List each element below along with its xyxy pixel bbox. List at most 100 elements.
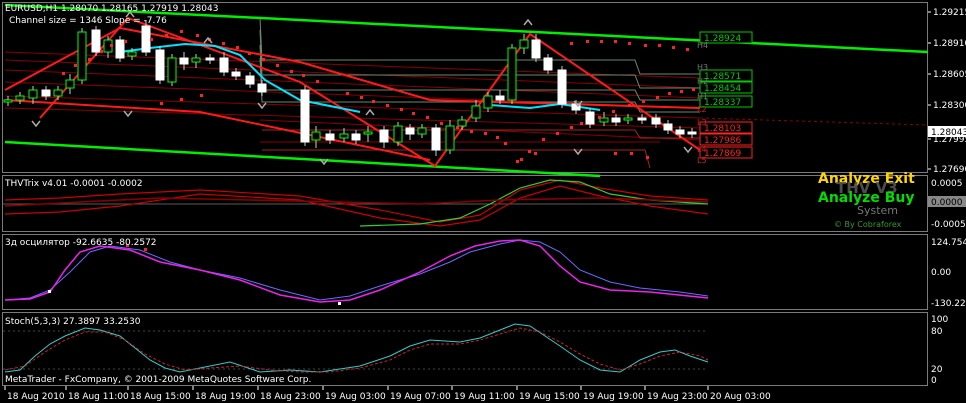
candle-body [3,99,13,103]
signal-dot [614,152,617,155]
level-box-value: 1.28337 [704,98,741,108]
candle-body [471,105,481,119]
signal-dot [600,40,603,43]
candle-body [191,57,201,63]
signal-dot [628,42,631,45]
time-label: 18 Aug 11:00 [68,392,129,402]
signal-dot [580,122,583,125]
signal-dot [644,44,647,47]
level-box-value: 1.27986 [704,136,741,146]
time-label: 18 Aug 23:00 [260,392,321,402]
candle-body [219,57,229,73]
candle-body [557,69,567,105]
candle-body [257,83,267,93]
candle-body [457,119,467,127]
signal-dot [656,96,659,99]
candle-body [531,39,541,59]
candle-body [115,39,125,59]
candle-body [393,125,403,143]
price-label: 1.28605 [933,70,966,80]
signal-dot [668,92,671,95]
time-label: 18 Aug 2010 [7,392,65,402]
signal-dot [534,152,537,155]
level-tag: H2 [697,77,708,86]
candle-body [663,123,673,131]
signal-dot [680,90,683,93]
signal-dot [598,116,601,119]
level-tag: L3 [697,118,707,127]
signal-dot [180,98,183,101]
osc-title: 3д осцилятор -92.6635 -80.2572 [5,238,157,248]
candle-body [325,133,335,141]
signal-dot [74,64,77,67]
candle-body [245,75,255,85]
signal-dot [236,46,239,49]
level-tag: H3 [697,63,708,72]
candle-body [15,95,25,101]
signal-dot [412,112,415,115]
level-box-value: 1.27869 [704,149,741,159]
signal-dot [248,52,251,55]
signal-dot [672,46,675,49]
current-price: 1.28043 [931,128,966,138]
thv-axis-min: -0.0005 [931,220,966,230]
level-box-value: 1.28454 [704,84,741,94]
candle-body [507,47,517,101]
thv-axis: 0.0005 0.0000 -0.0005 [928,179,966,230]
signal-dot [372,100,375,103]
candle-body [155,49,165,81]
level-tag: L5 [697,156,707,165]
signal-dot [200,94,203,97]
signal-dot [346,92,349,95]
stoch-axis-80: 80 [931,327,943,337]
candle-body [41,89,51,97]
candle-body [65,79,75,89]
signal-dot [646,156,649,159]
credit-label: © By Cobraforex [834,220,902,229]
candle-body [91,29,101,53]
level-box-value: 1.28571 [704,72,741,82]
signal-dot [400,108,403,111]
thv-axis-max: 0.0005 [931,179,963,189]
stoch-axis-100: 100 [931,315,948,325]
price-label: 1.29215 [933,8,966,18]
candle-body [623,117,633,121]
time-label: 19 Aug 03:00 [325,392,386,402]
signal-dot [426,116,429,119]
copyright-text: MetaTrader - FxCompany, © 2001-2009 Meta… [5,375,311,385]
signal-dot [628,104,631,107]
candle-body [127,51,137,57]
signal-dot [586,40,589,43]
signal-dot [360,96,363,99]
signal-dot [612,110,615,113]
signal-dot [440,122,443,125]
osc-axis-zero: 0.00 [931,268,951,278]
candle-body [675,129,685,135]
candle-body [351,133,361,141]
price-label: 1.28300 [933,101,966,111]
signal-dot [62,72,65,75]
signal-dot [516,160,519,163]
signal-dot [165,34,168,37]
time-label: 19 Aug 19:00 [583,392,644,402]
signal-dot [124,40,127,43]
osc-dot [48,290,51,293]
candle-body [300,89,310,143]
candle-body [379,129,389,143]
osc-dot [144,248,147,251]
osc-dot [338,302,341,305]
time-label: 18 Aug 19:00 [195,392,256,402]
stoch-axis-0: 0 [931,376,937,386]
candle-body [205,57,215,61]
time-label: 20 Aug 03:00 [710,392,771,402]
signal-dot [470,130,473,133]
signal-dot [658,44,661,47]
osc-axis-max: 124.7541 [931,238,966,248]
candle-body [611,117,621,123]
trading-chart[interactable]: EURUSD,H1 1.28070 1.28165 1.27919 1.2804… [0,0,966,403]
signal-dot [290,70,293,73]
candle-body [167,57,177,83]
signal-dot [614,40,617,43]
signal-dot [692,88,695,91]
signal-dot [276,64,279,67]
